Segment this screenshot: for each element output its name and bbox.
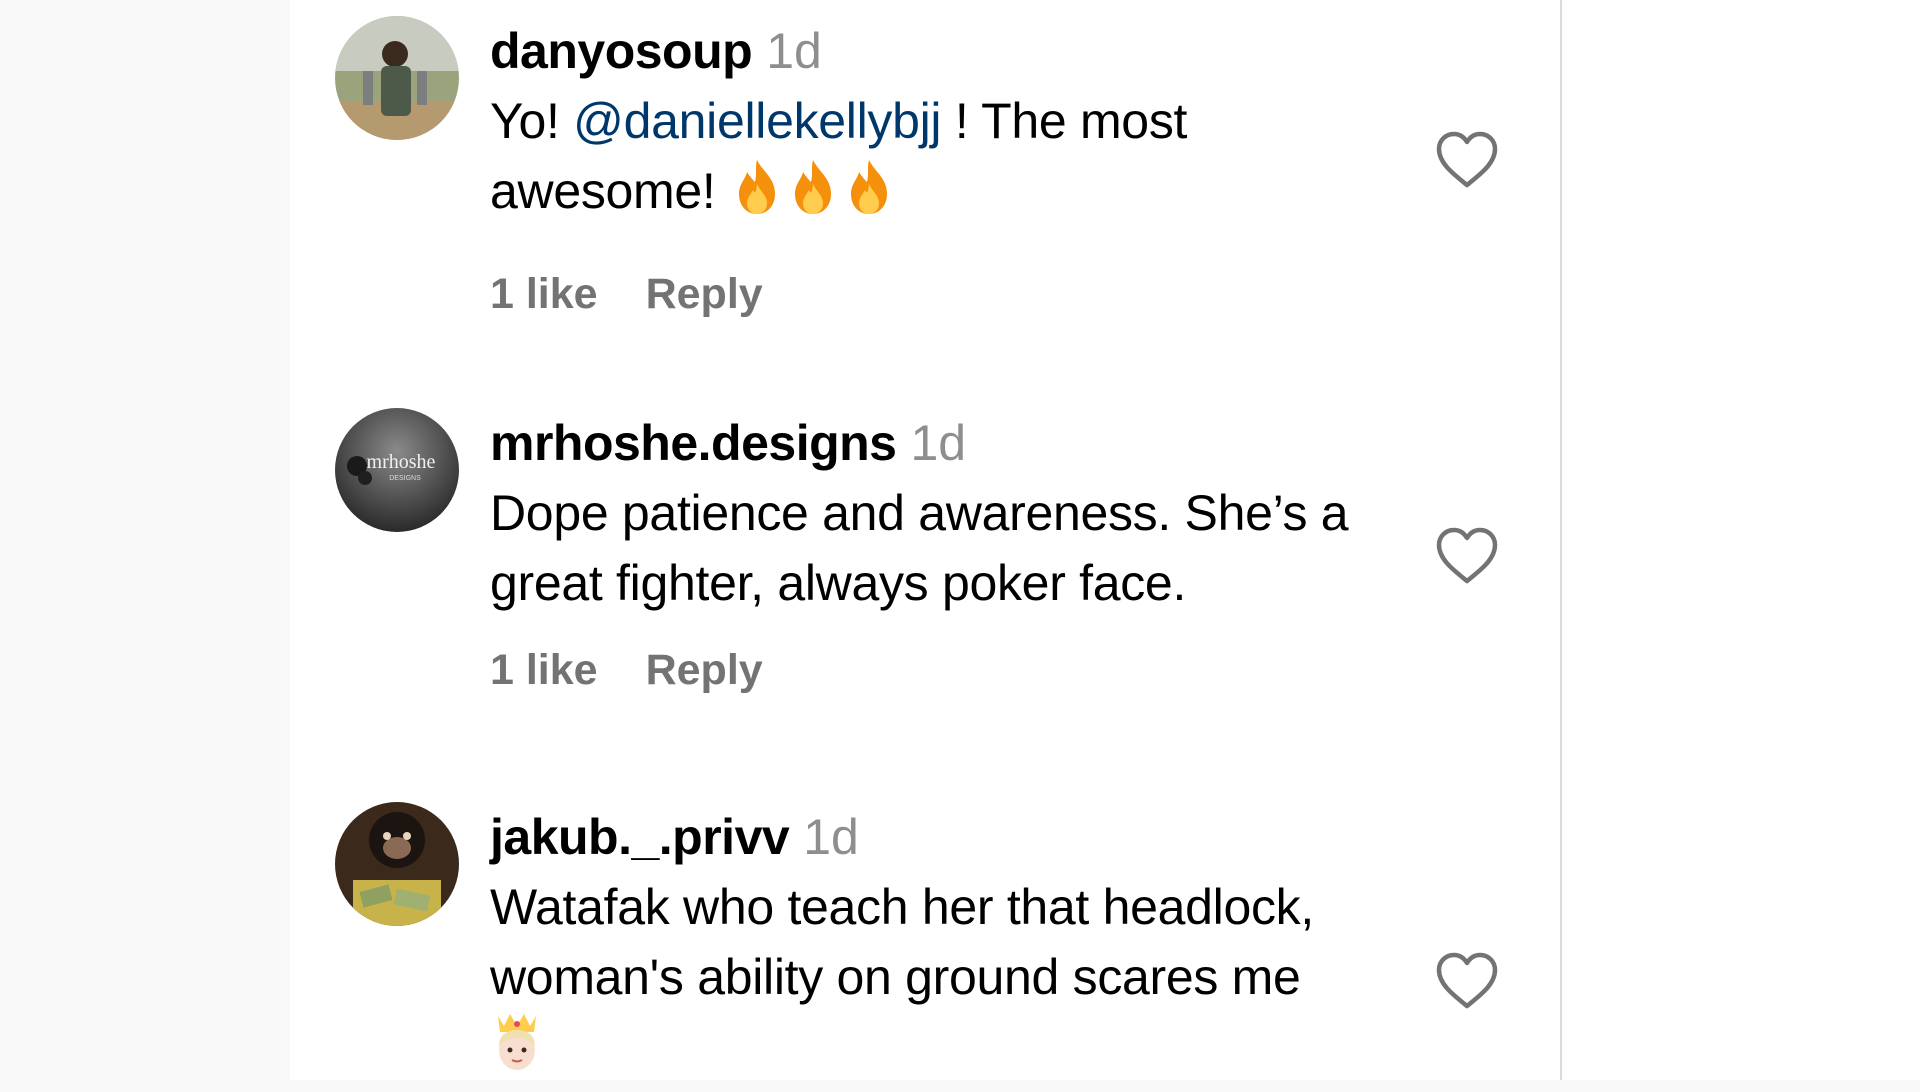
timestamp: 1d xyxy=(803,809,859,865)
timestamp: 1d xyxy=(910,415,967,471)
username-link[interactable]: danyosoup xyxy=(490,23,753,79)
likes-count[interactable]: 1 like xyxy=(490,646,598,695)
princess-emoji xyxy=(490,1012,544,1092)
comment-text: Yo! @daniellekellybjj ! The most awesome… xyxy=(490,86,1350,234)
comment-body: danyosoup 1d Yo! @daniellekellybjj ! The … xyxy=(490,16,1350,319)
username-link[interactable]: mrhoshe.designs xyxy=(490,415,897,471)
right-area xyxy=(1562,0,1920,1080)
comment-text-part: great fighter, always poker face. xyxy=(490,555,1187,611)
avatar[interactable] xyxy=(335,802,459,926)
comment-text: Watafak who teach her that headlock, wom… xyxy=(490,872,1350,1092)
comment-text-part: woman's ability on ground scares me xyxy=(490,949,1301,1005)
comment-body: jakub._.privv 1d Watafak who teach her th… xyxy=(490,802,1350,1092)
comment-text-part: Yo! xyxy=(490,93,574,149)
avatar[interactable]: mrhoshe DESIGNS xyxy=(335,408,459,532)
heart-icon[interactable] xyxy=(1435,131,1499,189)
fire-emoji xyxy=(785,158,841,234)
comment-text-part: Watafak who teach her that headlock, xyxy=(490,879,1314,935)
comment-text-part: ! The most xyxy=(941,93,1188,149)
comment-body: mrhoshe.designs 1d Dope patience and awar… xyxy=(490,408,1350,695)
fire-emoji xyxy=(841,158,897,234)
comment-text-part: awesome! xyxy=(490,163,730,219)
comment-text-part: Dope patience and awareness. She’s a xyxy=(490,485,1349,541)
avatar-logo-subtext: DESIGNS xyxy=(389,475,421,482)
reply-button[interactable]: Reply xyxy=(646,646,763,695)
avatar-logo-text: mrhoshe xyxy=(367,451,436,473)
likes-count[interactable]: 1 like xyxy=(490,270,598,319)
comment-text: Dope patience and awareness. She’s a gre… xyxy=(490,478,1350,618)
username-link[interactable]: jakub._.privv xyxy=(490,809,790,865)
comment-actions: 1 like Reply xyxy=(490,646,1350,695)
avatar[interactable] xyxy=(335,16,459,140)
comment-actions: 1 like Reply xyxy=(490,270,1350,319)
timestamp: 1d xyxy=(766,23,822,79)
fire-emoji xyxy=(729,158,785,234)
reply-button[interactable]: Reply xyxy=(646,270,763,319)
heart-icon[interactable] xyxy=(1435,952,1499,1010)
mention-link[interactable]: @daniellekellybjj xyxy=(573,93,941,149)
heart-icon[interactable] xyxy=(1435,527,1499,585)
